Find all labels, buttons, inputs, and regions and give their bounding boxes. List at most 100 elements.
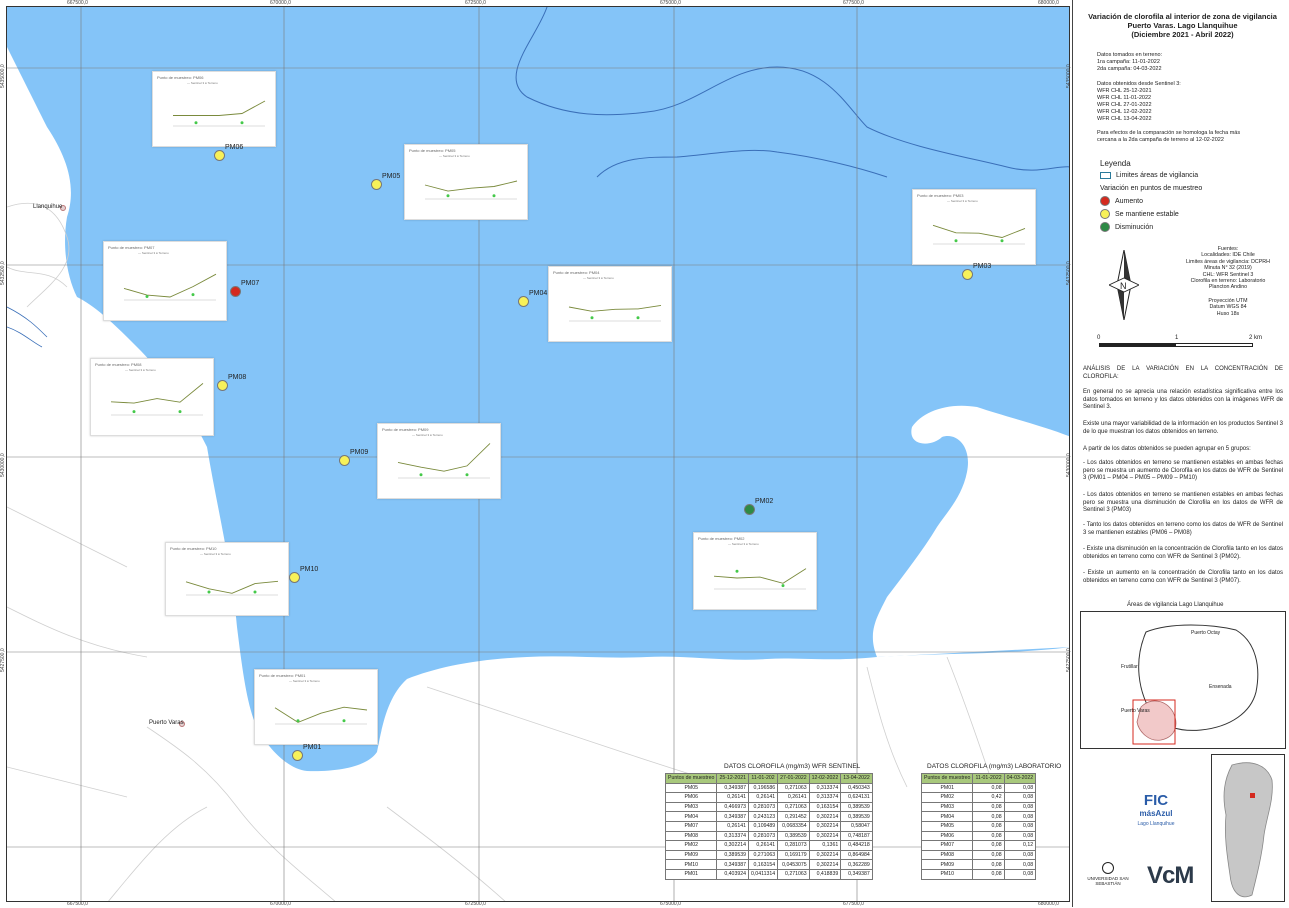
table-cell: 0,389539 — [840, 801, 873, 813]
minichart-plot — [110, 383, 204, 416]
lab-sample-point — [145, 294, 149, 298]
table-cell: 0,349387 — [716, 859, 749, 870]
map-frame[interactable]: Llanquihue Puerto Varas Punto de muestre… — [6, 6, 1070, 902]
region-locator-map — [1211, 754, 1285, 902]
sampling-point-label: PM05 — [382, 173, 401, 180]
table-cell: 0,26141 — [716, 792, 749, 803]
legend-title: Leyenda — [1100, 159, 1131, 168]
grid-x-label: 667500,0 — [67, 0, 88, 6]
table-row: PM10 0,349387 0,163154 0,0453075 0,302214 0,3… — [664, 859, 873, 870]
minichart-plot — [397, 443, 491, 479]
table-cell: PM09 — [920, 859, 974, 870]
table-row: PM07 0,08 0,12 — [920, 840, 1037, 851]
table-cell: PM05 — [920, 820, 974, 832]
table-header-cell: Puntos de muestreo — [664, 773, 718, 784]
table-cell: 0,291452 — [777, 811, 810, 822]
table-cell: 0,08 — [1003, 792, 1037, 803]
table-cell: PM04 — [664, 811, 718, 822]
grid-x-label: 677500,0 — [843, 0, 864, 6]
lab-sample-point — [446, 194, 450, 198]
table-cell: 0,0411314 — [747, 868, 779, 880]
table-cell: 0,0683354 — [777, 820, 810, 832]
lab-sample-point — [132, 410, 136, 414]
table-row: PM09 0,08 0,08 — [920, 859, 1037, 870]
lab-table-title: DATOS CLOROFILA (mg/m3) LABORATORIO — [927, 763, 1062, 770]
table-cell: PM01 — [920, 782, 974, 794]
lab-sample-point — [178, 410, 182, 414]
sampling-point-label: PM09 — [350, 449, 369, 456]
table-row: PM06 0,08 0,08 — [920, 830, 1037, 842]
table-header-cell: 11-01-2022 — [972, 773, 1005, 784]
lab-sample-point — [954, 239, 958, 243]
scale-label-0: 0 — [1097, 335, 1101, 341]
table-cell: 0,163154 — [808, 801, 842, 813]
grid-x-label: 670000,0 — [270, 0, 291, 6]
scale-bar — [1099, 343, 1253, 347]
lab-data-table: Puntos de muestreo 11-01-2022 04-03-2022 P… — [920, 773, 1037, 880]
sampling-point-pm05[interactable] — [371, 179, 382, 190]
table-header-cell: 13-04-2022 — [840, 773, 873, 784]
minichart-pm09: Punto de muestreo: PM09— Sentinel 3 ● Te… — [377, 423, 501, 499]
table-row: PM04 0,349387 0,243123 0,291452 0,302214 0,38… — [664, 811, 873, 822]
table-cell: 0,484218 — [840, 840, 873, 851]
table-cell: 0,389539 — [777, 830, 810, 842]
minichart-pm07: Punto de muestreo: PM07— Sentinel 3 ● Te… — [103, 241, 227, 321]
table-cell: 0,313374 — [716, 830, 749, 842]
inset-label: Puerto Octay — [1191, 630, 1221, 636]
minichart-pm04: Punto de muestreo: PM04— Sentinel 3 ● Te… — [548, 266, 672, 342]
sampling-point-pm01[interactable] — [292, 750, 303, 761]
lab-sample-point — [590, 316, 594, 320]
sampling-point-pm07[interactable] — [230, 286, 241, 297]
table-cell: 0,243123 — [747, 811, 779, 822]
lab-sample-point — [194, 121, 198, 125]
sentinel-series-line — [185, 580, 279, 594]
table-cell: 0,26141 — [747, 840, 779, 851]
table-row: PM09 0,389539 0,271063 0,169179 0,302214 0,86… — [664, 849, 873, 861]
table-cell: 0,109489 — [747, 820, 779, 832]
sampling-point-pm09[interactable] — [339, 455, 350, 466]
table-cell: 0,302214 — [808, 849, 842, 861]
table-cell: 0,271063 — [777, 868, 810, 880]
table-row: PM02 0,42 0,08 — [920, 792, 1037, 803]
minichart-plot — [173, 100, 266, 127]
sampling-point-pm03[interactable] — [962, 269, 973, 280]
lab-sample-point — [465, 473, 469, 477]
sampling-point-label: PM08 — [228, 374, 247, 381]
sampling-point-label: PM06 — [225, 144, 244, 151]
sampling-point-pm08[interactable] — [217, 380, 228, 391]
minichart-pm01: Punto de muestreo: PM01— Sentinel 3 ● Te… — [254, 669, 378, 745]
sampling-point-pm10[interactable] — [289, 572, 300, 583]
map-area[interactable]: Llanquihue Puerto Varas Punto de muestre… — [0, 0, 1072, 907]
north-arrow-icon: N — [1109, 250, 1139, 320]
table-cell: 0,169179 — [777, 849, 810, 861]
sentinel-series-line — [568, 304, 662, 312]
table-cell: 0,08 — [1003, 820, 1037, 832]
table-cell: 0,08 — [1003, 782, 1037, 794]
table-cell: PM09 — [664, 849, 718, 861]
sentinel-series-line — [173, 100, 266, 116]
fic-logo: FIC másAzul Lago Llanquihue — [1137, 792, 1175, 827]
table-cell: 0,26141 — [747, 792, 779, 803]
grid-x-label: 680000,0 — [1038, 0, 1059, 6]
table-cell: PM03 — [920, 801, 974, 813]
sampling-point-label: PM01 — [303, 744, 322, 751]
sentinel-series-line — [932, 224, 1026, 238]
table-cell: 0,748187 — [840, 830, 873, 842]
sampling-point-pm06[interactable] — [214, 150, 225, 161]
lab-sample-point — [342, 719, 346, 723]
table-cell: 0,271063 — [747, 849, 779, 861]
sentinel-series-line — [123, 273, 217, 298]
sampling-point-pm04[interactable] — [518, 296, 529, 307]
table-cell: PM02 — [664, 840, 718, 851]
sentinel-series-line — [397, 443, 491, 472]
table-cell: 0,58047 — [840, 820, 873, 832]
table-cell: PM04 — [920, 811, 974, 822]
table-cell: 0,26141 — [716, 820, 749, 832]
table-cell: PM07 — [664, 820, 718, 832]
table-row: PM08 0,313374 0,281073 0,389539 0,302214 0,74… — [664, 830, 873, 842]
sampling-point-pm02[interactable] — [744, 504, 755, 515]
table-cell: 0,1361 — [808, 840, 842, 851]
table-row: PM04 0,08 0,08 — [920, 811, 1037, 822]
table-cell: 0,08 — [972, 868, 1005, 880]
lab-sample-point — [781, 584, 785, 588]
